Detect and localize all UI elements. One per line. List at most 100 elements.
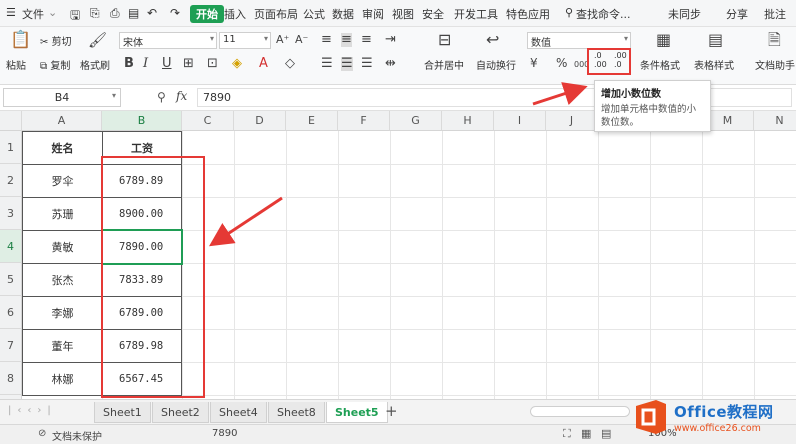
column-header[interactable]: G [390, 111, 442, 131]
table-cell-name[interactable]: 林娜 [22, 362, 103, 396]
tab-review[interactable]: 审阅 [362, 6, 384, 22]
undo-icon[interactable]: ↶ [147, 6, 157, 20]
fx-icon[interactable]: fx [176, 89, 187, 103]
sheet-tab-active[interactable]: Sheet5 [326, 402, 388, 423]
wrap-text-button[interactable]: 自动换行 [476, 57, 516, 72]
normal-view-icon[interactable]: ▦ [581, 427, 591, 440]
sheet-tab[interactable]: Sheet1 [94, 402, 151, 423]
column-header[interactable]: E [286, 111, 338, 131]
table-cell-name[interactable]: 罗伞 [22, 164, 103, 198]
row-header[interactable]: 1 [0, 131, 22, 164]
tab-insert[interactable]: 插入 [224, 6, 246, 22]
chevron-down-icon[interactable]: ⌄ [48, 6, 57, 19]
redo-icon[interactable]: ↷ [170, 6, 180, 20]
column-header[interactable]: A [22, 111, 102, 131]
fullscreen-icon[interactable]: ⛶ [563, 427, 571, 441]
tab-home[interactable]: 开始 [190, 5, 224, 23]
column-header[interactable]: H [442, 111, 494, 131]
sheet-tab[interactable]: Sheet8 [268, 402, 325, 423]
merge-center-button[interactable]: 合并居中 [424, 57, 464, 72]
tab-view[interactable]: 视图 [392, 6, 414, 22]
hamburger-icon[interactable]: ☰ [6, 6, 16, 19]
row-header[interactable]: 5 [0, 263, 22, 296]
indent-icon[interactable]: ⇥ [385, 33, 396, 47]
cell-a1[interactable]: 姓名 [22, 131, 103, 165]
font-size-select[interactable]: 11 ▾ [219, 32, 271, 49]
tab-security[interactable]: 安全 [422, 6, 444, 22]
menu-file[interactable]: 文件 [22, 6, 44, 22]
number-format-select[interactable]: 数值 ▾ [527, 32, 631, 49]
currency-icon[interactable]: ¥ [530, 56, 538, 70]
column-header[interactable]: N [754, 111, 796, 131]
conditional-format-icon[interactable]: ▦ [656, 32, 671, 48]
table-cell-name[interactable]: 董年 [22, 329, 103, 363]
table-style-button[interactable]: 表格样式 [694, 57, 734, 72]
column-header[interactable]: I [494, 111, 546, 131]
paste-button[interactable]: 粘贴 [6, 57, 26, 72]
cut-button[interactable]: ✂ 剪切 [40, 33, 72, 48]
preview-icon[interactable]: ▤ [128, 6, 139, 20]
page-view-icon[interactable]: ▤ [601, 427, 611, 440]
print-icon[interactable]: ⎙ [110, 6, 120, 21]
table-cell-name[interactable]: 黄敏 [22, 230, 103, 264]
sync-status[interactable]: 未同步 [668, 6, 701, 22]
align-left-icon[interactable]: ☰ [321, 57, 333, 71]
chevron-down-icon[interactable]: ▾ [112, 91, 116, 100]
tab-developer[interactable]: 开发工具 [454, 6, 498, 22]
row-header[interactable]: 3 [0, 197, 22, 230]
row-header[interactable]: 4 [0, 230, 22, 263]
column-header[interactable]: D [234, 111, 286, 131]
sheet-tab[interactable]: Sheet4 [210, 402, 267, 423]
search-command[interactable]: 查找命令... [576, 6, 631, 22]
select-all-corner[interactable] [0, 111, 22, 131]
copy-button[interactable]: ⧉ 复制 [40, 57, 70, 72]
row-header[interactable]: 2 [0, 164, 22, 197]
wrap-icon[interactable]: ↩ [486, 32, 499, 48]
column-header[interactable]: C [182, 111, 234, 131]
zoom-search-icon[interactable]: ⚲ [157, 90, 166, 104]
table-cell-name[interactable]: 苏珊 [22, 197, 103, 231]
format-painter-button[interactable]: 格式刷 [80, 57, 110, 72]
clear-icon[interactable]: ◇ [285, 57, 295, 71]
save-icon[interactable]: 🖫 [70, 6, 80, 27]
sheet-tab[interactable]: Sheet2 [152, 402, 209, 423]
doc-helper-button[interactable]: 文档助手 [755, 57, 795, 72]
bold-icon[interactable]: B [124, 57, 134, 71]
format-painter-icon[interactable]: 🖌 [88, 33, 107, 48]
column-header[interactable]: B [102, 111, 182, 131]
font-color-icon[interactable]: A [259, 57, 268, 71]
add-sheet-icon[interactable]: + [385, 402, 398, 420]
table-cell-name[interactable]: 张杰 [22, 263, 103, 297]
export-icon[interactable]: ⎘ [90, 6, 100, 21]
percent-icon[interactable]: % [556, 56, 567, 70]
align-right-icon[interactable]: ☰ [361, 57, 373, 71]
tab-formulas[interactable]: 公式 [303, 6, 325, 22]
name-box[interactable]: B4 [3, 88, 121, 107]
merge-icon[interactable]: ⊟ [438, 32, 451, 48]
decrease-font-icon[interactable]: A⁻ [295, 33, 308, 47]
increase-font-icon[interactable]: A⁺ [276, 33, 289, 47]
font-name-select[interactable]: 宋体 ▾ [119, 32, 217, 49]
conditional-format-button[interactable]: 条件格式 [640, 57, 680, 72]
border-icon[interactable]: ⊞ [183, 57, 194, 71]
table-cell-name[interactable]: 李娜 [22, 296, 103, 330]
comment-button[interactable]: 批注 [764, 6, 786, 22]
align-center-icon[interactable]: ☰ [341, 57, 353, 71]
tab-data[interactable]: 数据 [332, 6, 354, 22]
row-header[interactable]: 6 [0, 296, 22, 329]
doc-protect-status[interactable]: 文档未保护 [52, 428, 102, 443]
tab-special[interactable]: 特色应用 [506, 6, 550, 22]
align-bottom-icon[interactable]: ≡ [361, 33, 372, 47]
fill-color-icon[interactable]: ◈ [232, 57, 242, 71]
column-header[interactable]: J [546, 111, 598, 131]
paste-icon[interactable]: 📋 [10, 32, 31, 49]
row-header[interactable]: 7 [0, 329, 22, 362]
column-header[interactable]: F [338, 111, 390, 131]
row-header[interactable]: 8 [0, 362, 22, 395]
sheet-nav-icons[interactable]: |‹‹›| [8, 405, 57, 416]
horizontal-scrollbar[interactable] [530, 406, 630, 417]
italic-icon[interactable]: I [143, 57, 148, 71]
align-top-icon[interactable]: ≡ [321, 33, 332, 47]
distribute-icon[interactable]: ⇹ [385, 57, 396, 71]
table-style-icon[interactable]: ▤ [708, 32, 723, 48]
